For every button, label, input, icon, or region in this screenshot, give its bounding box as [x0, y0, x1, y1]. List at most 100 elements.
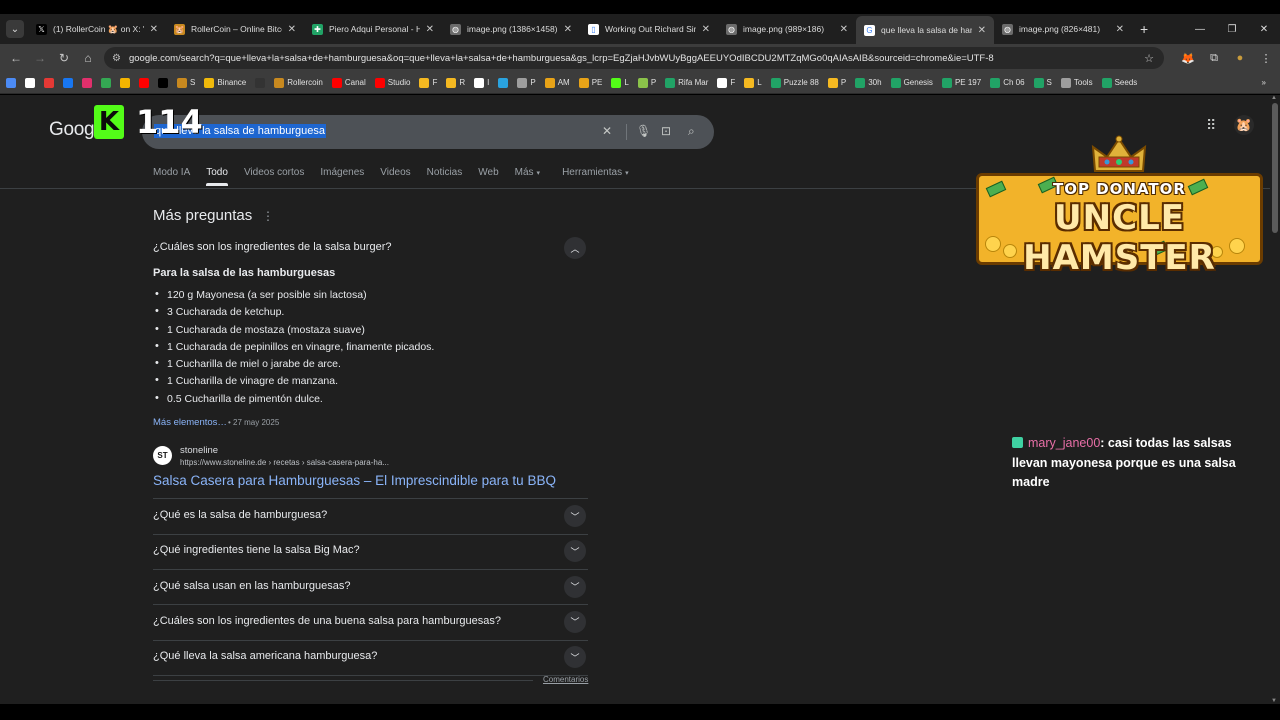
bookmark-item[interactable] — [25, 77, 35, 88]
source-name[interactable]: stoneline — [180, 445, 218, 456]
bookmark-item[interactable]: Puzzle 88 — [770, 77, 819, 88]
bookmark-item[interactable]: P — [517, 77, 536, 88]
home-button[interactable]: ⌂ — [76, 51, 100, 65]
tab-close-icon[interactable]: ✕ — [426, 24, 434, 35]
paa-options-icon[interactable]: ⋮ — [262, 209, 274, 223]
paa-question-row[interactable]: ¿Qué es la salsa de hamburguesa? ﹀ — [153, 499, 588, 534]
bookmark-item[interactable] — [82, 77, 92, 88]
search-tab[interactable]: Todo — [206, 167, 228, 186]
bookmarks-overflow-icon[interactable]: » — [1262, 78, 1266, 87]
tab-close-icon[interactable]: ✕ — [978, 25, 986, 36]
search-tab[interactable]: Web — [478, 167, 498, 186]
browser-tab[interactable]: 𝕏 (1) RollerCoin 🐹 on X: "🎁 ✕ — [28, 16, 166, 42]
chevron-up-icon[interactable]: ︿ — [564, 237, 586, 259]
search-icon[interactable]: ⌕ — [688, 124, 695, 139]
bookmark-item[interactable] — [139, 77, 149, 88]
tab-search-button[interactable]: ⌄ — [6, 20, 24, 38]
browser-menu-icon[interactable]: ⋮ — [1258, 50, 1274, 66]
bookmark-item[interactable]: F — [419, 77, 437, 88]
extensions-puzzle-icon[interactable]: ⧉ — [1206, 50, 1222, 66]
bookmark-item[interactable] — [498, 77, 509, 88]
paa-open-question[interactable]: ¿Cuáles son los ingredientes de la salsa… — [153, 241, 588, 253]
bookmark-item[interactable]: PE 197 — [941, 77, 981, 88]
search-tab[interactable]: Imágenes — [320, 167, 364, 186]
bookmark-item[interactable]: S — [177, 77, 195, 88]
tab-close-icon[interactable]: ✕ — [1116, 24, 1124, 35]
search-tab[interactable]: Videos cortos — [244, 167, 304, 186]
page-scrollbar[interactable]: ▲ ▼ — [1270, 95, 1280, 704]
bookmark-item[interactable]: S — [1033, 77, 1052, 88]
paa-question-row[interactable]: ¿Cuáles son los ingredientes de una buen… — [153, 605, 588, 640]
bookmark-item[interactable]: 30h — [855, 77, 882, 88]
address-bar[interactable]: ⚙ google.com/search?q=que+lleva+la+salsa… — [104, 47, 1164, 69]
chevron-down-icon[interactable]: ﹀ — [564, 646, 586, 669]
bookmark-item[interactable] — [63, 77, 73, 88]
scroll-up-icon[interactable]: ▲ — [1271, 95, 1277, 101]
profile-avatar-icon[interactable]: ● — [1232, 50, 1248, 66]
scroll-thumb[interactable] — [1272, 103, 1278, 233]
chevron-down-icon[interactable]: ﹀ — [564, 610, 586, 633]
new-tab-button[interactable]: + — [1140, 21, 1148, 37]
voice-search-icon[interactable]: 🎙 — [636, 124, 651, 138]
tab-close-icon[interactable]: ✕ — [150, 24, 158, 35]
bookmark-item[interactable]: Rollercoin — [274, 77, 323, 88]
back-button[interactable]: ← — [4, 51, 28, 65]
restore-button[interactable]: ❐ — [1216, 24, 1248, 35]
search-tab[interactable]: Más ▾ — [515, 167, 540, 186]
bookmark-item[interactable]: P — [637, 77, 656, 88]
bookmark-item[interactable] — [44, 77, 54, 88]
bookmark-item[interactable]: Studio — [374, 77, 410, 88]
tab-close-icon[interactable]: ✕ — [288, 24, 296, 35]
bookmark-item[interactable] — [255, 77, 266, 88]
bookmark-item[interactable]: Rifa Mar — [665, 77, 708, 88]
bookmark-item[interactable]: L — [744, 77, 762, 88]
reload-button[interactable]: ↻ — [52, 51, 76, 65]
source-title-link[interactable]: Salsa Casera para Hamburguesas – El Impr… — [153, 473, 556, 488]
bookmark-star-icon[interactable]: ☆ — [1144, 52, 1154, 65]
more-items-link[interactable]: Más elementos… — [153, 417, 227, 428]
lens-search-icon[interactable]: ⊡ — [661, 124, 671, 138]
search-tab[interactable]: Modo IA — [153, 167, 190, 186]
bookmark-item[interactable]: Canal — [331, 77, 366, 88]
bookmark-item[interactable]: Genesis — [890, 77, 933, 88]
account-avatar[interactable]: 🐹 — [1234, 115, 1254, 135]
bookmark-item[interactable]: L — [611, 77, 629, 88]
browser-tab[interactable]: Gque lleva la salsa de hambu ✕ — [856, 16, 994, 44]
bookmark-item[interactable]: P — [827, 77, 846, 88]
bookmark-item[interactable] — [120, 77, 130, 88]
chevron-down-icon[interactable]: ﹀ — [564, 575, 586, 598]
browser-tab[interactable]: ◍ image.png (826×481) ✕ — [994, 16, 1132, 42]
paa-question-row[interactable]: ¿Qué lleva la salsa americana hamburgues… — [153, 640, 588, 675]
forward-button[interactable]: → — [28, 51, 52, 65]
chevron-down-icon[interactable]: ﹀ — [564, 540, 586, 563]
source-url[interactable]: https://www.stoneline.de › recetas › sal… — [180, 458, 389, 467]
tab-close-icon[interactable]: ✕ — [564, 24, 572, 35]
google-apps-icon[interactable]: ⠿ — [1206, 117, 1216, 134]
bookmark-item[interactable]: I — [474, 77, 489, 88]
bookmark-item[interactable] — [158, 77, 168, 88]
bookmark-item[interactable] — [6, 77, 16, 88]
site-info-icon[interactable]: ⚙ — [112, 53, 121, 64]
browser-tab[interactable]: ◍ image.png (1386×1458) ✕ — [442, 16, 580, 42]
paa-question-row[interactable]: ¿Qué ingredientes tiene la salsa Big Mac… — [153, 534, 588, 569]
clear-search-icon[interactable]: ✕ — [602, 124, 612, 138]
browser-tab[interactable]: ▯ Working Out Richard Sim ✕ — [580, 16, 718, 42]
comments-link[interactable]: Comentarios — [543, 675, 588, 684]
browser-tab[interactable]: 🐹 RollerCoin – Online Bitcoin ✕ — [166, 16, 304, 42]
browser-tab[interactable]: ✚ Piero Adqui Personal - Ho ✕ — [304, 16, 442, 42]
search-tab[interactable]: Noticias — [427, 167, 463, 186]
bookmark-item[interactable] — [101, 77, 111, 88]
bookmark-item[interactable]: Tools — [1060, 77, 1093, 88]
tab-close-icon[interactable]: ✕ — [702, 24, 710, 35]
bookmark-item[interactable]: Seeds — [1101, 77, 1137, 88]
browser-tab[interactable]: ◍ image.png (989×186) ✕ — [718, 16, 856, 42]
bookmark-item[interactable]: F — [717, 77, 735, 88]
minimize-button[interactable]: — — [1184, 24, 1216, 35]
paa-question-row[interactable]: ¿Qué salsa usan en las hamburguesas? ﹀ — [153, 570, 588, 605]
bookmark-item[interactable]: AM — [544, 77, 570, 88]
bookmark-item[interactable]: Binance — [204, 77, 246, 88]
tab-close-icon[interactable]: ✕ — [840, 24, 848, 35]
search-box[interactable]: ⌕ que lleva la salsa de hamburguesa ✕ 🎙 … — [142, 115, 714, 149]
close-window-button[interactable]: ✕ — [1248, 24, 1280, 35]
bookmark-item[interactable]: R — [446, 77, 465, 88]
